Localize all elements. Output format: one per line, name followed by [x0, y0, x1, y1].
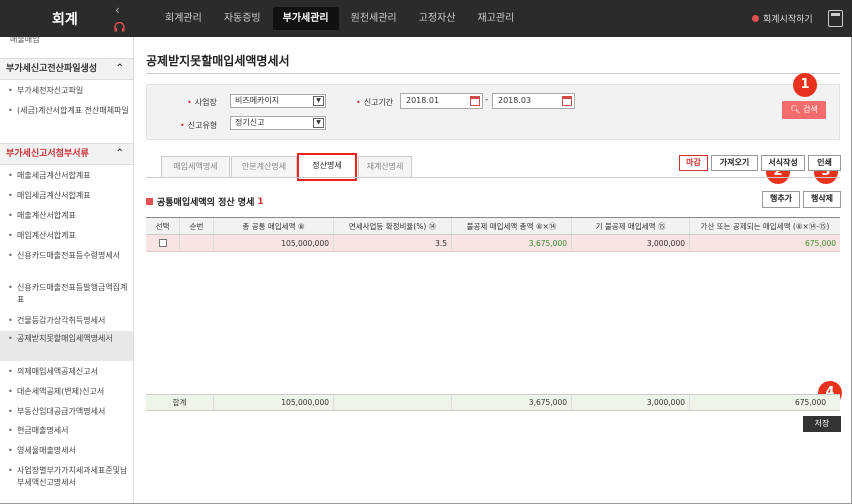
sidebar-item[interactable]: 매출계산서합계표 — [0, 208, 133, 224]
calendar-icon[interactable] — [470, 96, 480, 106]
nav-item-inventory[interactable]: 재고관리 — [467, 7, 524, 30]
add-row-button[interactable]: 행추가 — [762, 191, 800, 208]
row-adjusted: 675,000 — [804, 238, 836, 248]
section-title: 공통매입세액의 정산 명세 1 — [146, 195, 264, 208]
start-accounting-link[interactable]: 회계시작하기 — [752, 12, 813, 25]
sidebar-item[interactable]: 사업장별부가가치세과세표준및납부세액신고명세서 — [0, 463, 133, 491]
calendar-icon[interactable] — [562, 96, 572, 106]
close-period-button[interactable]: 마감 — [679, 155, 708, 171]
app-logo: 회계 — [52, 12, 78, 28]
sidebar-item[interactable]: 신용카드매출전표등수령명세서 — [0, 248, 133, 264]
delete-row-button[interactable]: 행삭제 — [803, 191, 841, 208]
sidebar-item[interactable]: 신용카드매출전표등발행금액집계표 — [0, 280, 133, 308]
save-button[interactable]: 저장 — [803, 416, 841, 432]
row-prior-nondeductible[interactable]: 3,000,000 — [572, 235, 690, 251]
sidebar: 매출매입 부가세신고전산파일생성 ⌃ 부가세전자신고파일 (세금)계산서합계표 … — [0, 37, 134, 504]
main-nav: 회계관리 자동증빙 부가세관리 원천세관리 고정자산 재고관리 — [155, 0, 526, 37]
divider — [146, 177, 840, 178]
nav-item-vat[interactable]: 부가세관리 — [272, 7, 339, 30]
row-checkbox[interactable] — [158, 239, 167, 247]
period-label: • 신고기간 — [356, 98, 394, 107]
total-nondeductible: 3,675,000 — [452, 395, 572, 410]
tab-allocation[interactable]: 안분계산명세 — [231, 156, 297, 178]
report-type-select[interactable]: 정기신고 ▼ — [230, 116, 326, 130]
row-total-common[interactable]: 105,000,000 — [214, 235, 334, 251]
import-button[interactable]: 가져오기 — [711, 155, 758, 171]
page-title: 공제받지못할매입세액명세서 — [146, 54, 290, 68]
sidebar-item[interactable]: 현금매출명세서 — [0, 423, 133, 439]
row-nondeductible-total: 3,675,000 — [452, 235, 572, 251]
nav-item-fixed-assets[interactable]: 고정자산 — [409, 7, 466, 30]
sidebar-item[interactable]: 매입계산서합계표 — [0, 228, 133, 244]
col-adjusted: 가산 또는 공제되는 매입세액 (⑧×⑭-⑮) — [700, 221, 830, 231]
sidebar-section-efile[interactable]: 부가세신고전산파일생성 ⌃ — [0, 58, 133, 80]
chevron-up-icon: ⌃ — [115, 148, 124, 159]
sidebar-section-label: 부가세신고서첨부서류 — [6, 149, 89, 159]
period-from-input[interactable]: 2018.01 — [400, 93, 483, 109]
tab-purchase-tax[interactable]: 매입세액명세 — [161, 156, 230, 178]
sidebar-cut-item[interactable]: 매출매입 — [10, 37, 39, 45]
chevron-down-icon: ▼ — [313, 118, 324, 128]
total-prior: 3,000,000 — [572, 395, 690, 410]
sidebar-section-label: 부가세신고전산파일생성 — [6, 64, 98, 74]
business-select[interactable]: 비즈메카이지 ▼ — [230, 94, 326, 108]
sidebar-collapse-icon[interactable]: ‹ — [115, 3, 120, 17]
sidebar-item-active[interactable]: 공제받지못할매입세액명세서 — [0, 331, 133, 361]
col-exempt-ratio: 면세사업등 확정비율(%) ⑭ — [334, 218, 452, 234]
chevron-down-icon: ▼ — [313, 96, 324, 106]
step-badge-1: 1 — [793, 73, 817, 97]
calculator-icon[interactable] — [828, 10, 843, 27]
sidebar-item[interactable]: 매입세금계산서합계표 — [0, 188, 133, 204]
headset-icon-svg — [114, 21, 125, 32]
total-adjusted: 675,000 — [794, 398, 826, 407]
period-dash: - — [485, 95, 489, 105]
tab-recalculation[interactable]: 재계산명세 — [358, 156, 412, 178]
total-ratio — [334, 395, 452, 410]
col-select: 선택 — [146, 218, 180, 234]
sidebar-item[interactable]: 부가세전자신고파일 — [0, 83, 133, 99]
sidebar-item[interactable]: 대손세액공제(변제)신고서 — [0, 384, 133, 400]
sidebar-item[interactable]: 영세율매출명세서 — [0, 443, 133, 459]
col-nondeductible-total: 불공제 매입세액 총액 ⑧×⑭ — [452, 218, 572, 234]
form-create-button[interactable]: 서식작성 — [761, 155, 805, 171]
square-bullet-icon — [146, 198, 153, 205]
headset-icon[interactable] — [114, 21, 125, 35]
row-exempt-ratio[interactable]: 3.5 — [334, 235, 452, 251]
info-icon — [752, 15, 759, 22]
col-seq: 순번 — [180, 218, 214, 234]
logo-area: 회계 ‹ — [0, 0, 134, 37]
start-accounting-label: 회계시작하기 — [763, 15, 813, 25]
total-label: 합계 — [146, 395, 214, 410]
report-type-label: • 신고유형 — [180, 121, 218, 130]
nav-item-auto-evidence[interactable]: 자동증빙 — [214, 7, 271, 30]
row-seq — [180, 235, 214, 251]
sidebar-item[interactable]: (세금)계산서합계표 전산매체파일 — [0, 103, 133, 119]
col-total-common: 총 공통 매입세액 ⑧ — [214, 218, 334, 234]
total-common: 105,000,000 — [214, 395, 334, 410]
nav-item-withholding[interactable]: 원천세관리 — [341, 7, 407, 30]
sidebar-section-attachments[interactable]: 부가세신고서첨부서류 ⌃ — [0, 143, 133, 165]
chevron-up-icon: ⌃ — [115, 63, 124, 74]
sidebar-item[interactable]: 부동산임대공급가액명세서 — [0, 404, 133, 420]
print-button[interactable]: 인쇄 — [808, 155, 841, 171]
search-icon: 🔍︎ — [790, 105, 801, 114]
period-to-input[interactable]: 2018.03 — [492, 93, 575, 109]
col-prior-nondeductible: 기 불공제 매입세액 ⑮ — [572, 218, 690, 234]
table-row[interactable]: 105,000,000 3.5 3,675,000 3,000,000 675,… — [146, 235, 840, 252]
nav-item-accounting[interactable]: 회계관리 — [155, 7, 212, 30]
row-checkbox-cell — [146, 235, 180, 251]
sidebar-item[interactable]: 매출세금계산서합계표 — [0, 168, 133, 184]
row-count: 1 — [257, 196, 264, 207]
search-button[interactable]: 🔍︎ 검색 — [782, 101, 826, 119]
total-row: 합계 105,000,000 3,675,000 3,000,000 675,0… — [146, 394, 840, 411]
divider — [146, 73, 840, 74]
grid-header: 선택 순번 총 공통 매입세액 ⑧ 면세사업등 확정비율(%) ⑭ 불공제 매입… — [146, 217, 840, 235]
sidebar-item[interactable]: 건물등감가상각취득명세서 — [0, 313, 133, 329]
sidebar-item[interactable]: 의제매입세액공제신고서 — [0, 364, 133, 380]
business-label: • 사업장 — [187, 98, 217, 107]
